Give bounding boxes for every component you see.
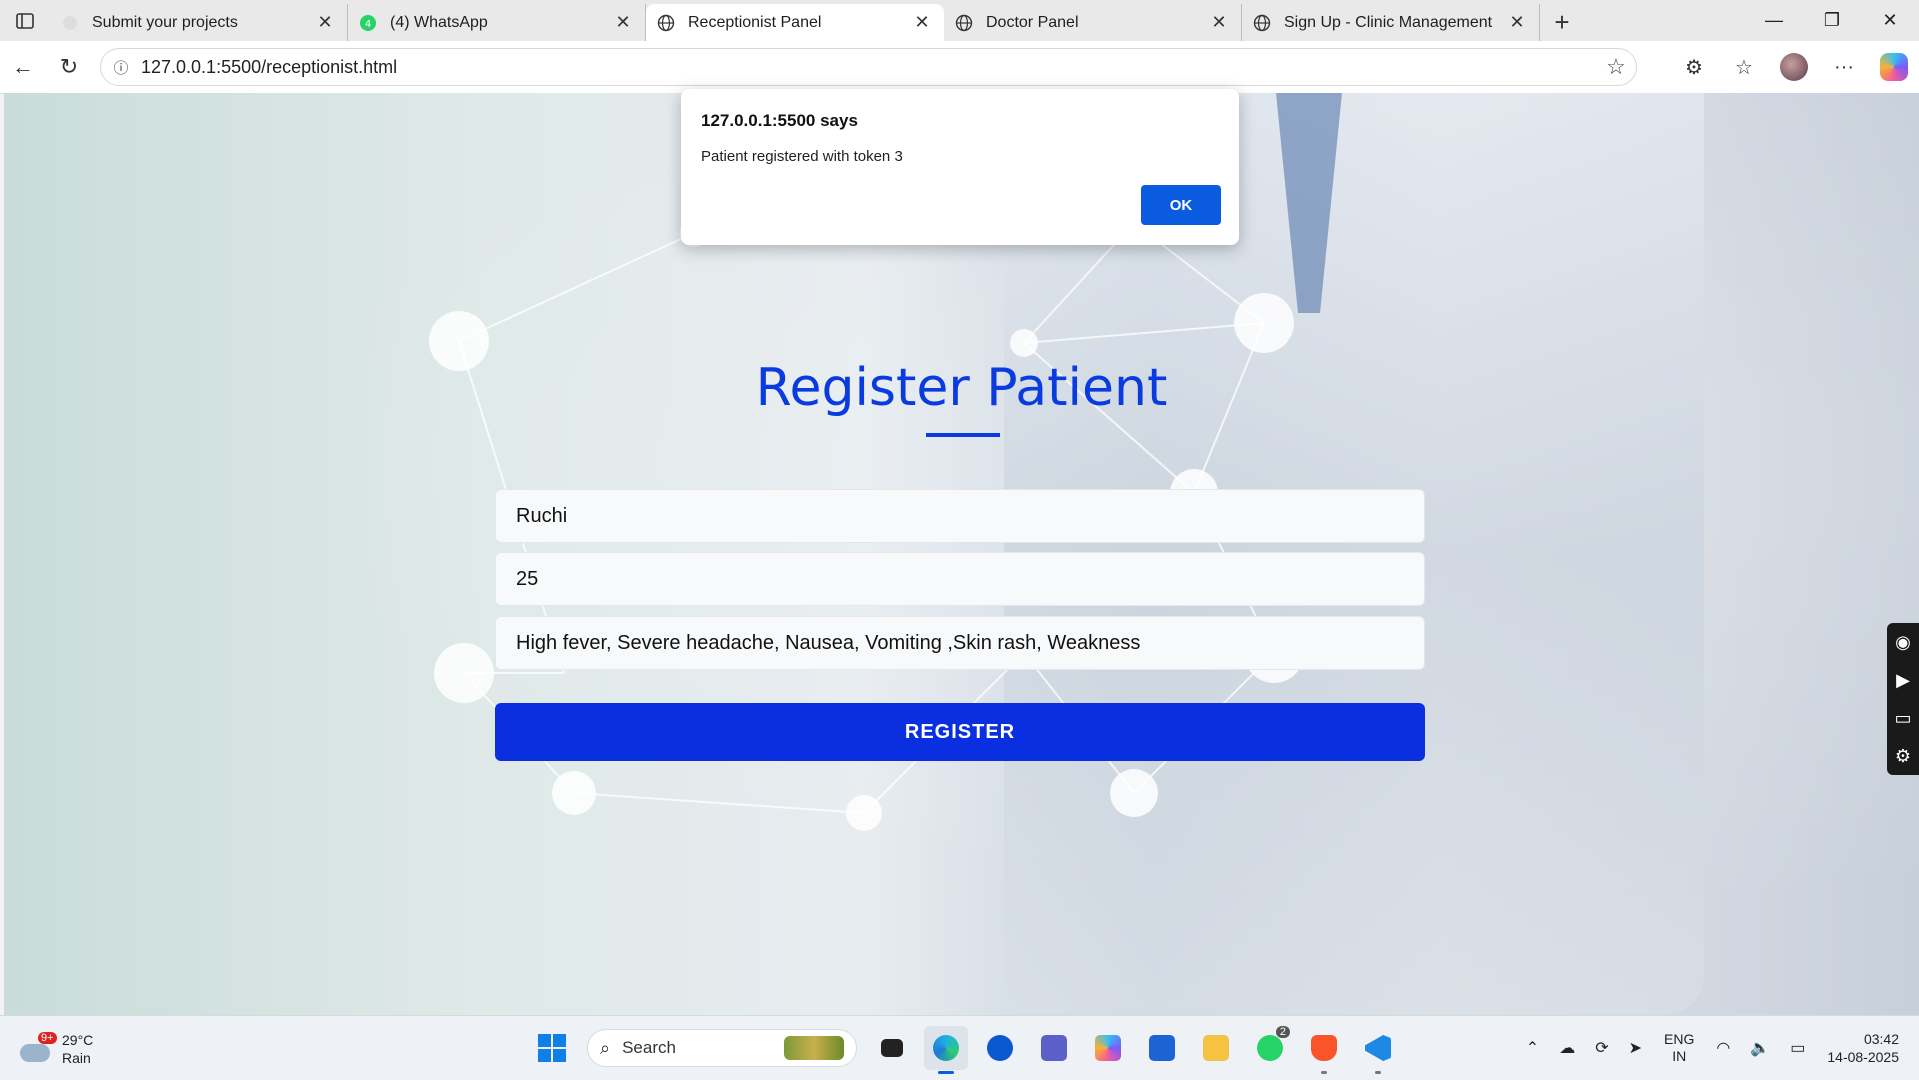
svg-text:4: 4: [365, 19, 371, 30]
tab-title: Doctor Panel: [986, 13, 1079, 31]
alert-message: Patient registered with token 3: [701, 148, 903, 165]
refresh-button[interactable]: ↻: [46, 47, 92, 87]
tab-submit-projects[interactable]: Submit your projects ✕: [50, 4, 348, 41]
file-explorer-icon[interactable]: [1194, 1026, 1238, 1070]
globe-icon: [1252, 13, 1272, 33]
tab-title: Submit your projects: [92, 13, 238, 31]
clock-time: 03:42: [1863, 1031, 1899, 1047]
store-icon[interactable]: [1140, 1026, 1184, 1070]
register-button[interactable]: REGISTER: [495, 703, 1425, 761]
window-controls: — ❐ ✕: [1745, 0, 1919, 41]
globe-icon: [954, 13, 974, 33]
more-menu-icon[interactable]: ···: [1819, 56, 1869, 79]
whatsapp-icon: 4: [358, 13, 378, 33]
restore-button[interactable]: ❐: [1803, 0, 1861, 41]
battery-icon[interactable]: ▭: [1790, 1038, 1805, 1058]
browser-toolbar: ← ↻ ⓘ 127.0.0.1:5500/receptionist.html ☆…: [0, 41, 1919, 94]
clock-date: 14-08-2025: [1827, 1049, 1899, 1065]
patient-name-input[interactable]: Ruchi: [495, 489, 1425, 543]
url-text: 127.0.0.1:5500/receptionist.html: [141, 56, 398, 77]
minimize-button[interactable]: —: [1745, 0, 1803, 41]
close-icon[interactable]: ✕: [1505, 12, 1529, 33]
taskbar-search[interactable]: ⌕ Search: [587, 1029, 857, 1067]
globe-icon: [656, 13, 676, 33]
alert-ok-button[interactable]: OK: [1141, 185, 1221, 225]
system-tray: ⌃ ☁ ⟳ ➤ ENG IN ◠ 🔈 ▭ 03:42 14-08-2025: [1516, 1016, 1919, 1080]
tab-receptionist-panel[interactable]: Receptionist Panel ✕: [646, 4, 944, 41]
tab-sign-up[interactable]: Sign Up - Clinic Management ✕: [1242, 4, 1540, 41]
search-highlight-image: [784, 1036, 844, 1060]
teams-icon[interactable]: [1032, 1026, 1076, 1070]
video-icon[interactable]: ▶: [1896, 670, 1910, 691]
weather-widget[interactable]: 9+ 29°C Rain: [20, 1031, 93, 1067]
hp-icon[interactable]: [978, 1026, 1022, 1070]
toolbar-right: ⚙ ☆ ···: [1669, 41, 1919, 93]
window-icon[interactable]: ▭: [1894, 708, 1911, 729]
title-underline: [926, 433, 1000, 437]
page-title: Register Patient: [755, 358, 1168, 418]
back-button[interactable]: ←: [0, 47, 46, 87]
chevron-up-icon[interactable]: ⌃: [1526, 1038, 1539, 1058]
vscode-icon[interactable]: [1356, 1026, 1400, 1074]
language-indicator[interactable]: ENG IN: [1664, 1031, 1694, 1065]
whatsapp-count-badge: 2: [1275, 1026, 1290, 1038]
close-icon[interactable]: ✕: [1207, 12, 1231, 33]
patient-symptoms-input[interactable]: High fever, Severe headache, Nausea, Vom…: [495, 616, 1425, 670]
weather-rain-icon: 9+: [20, 1032, 57, 1064]
alert-dialog: 127.0.0.1:5500 says Patient registered w…: [681, 89, 1239, 245]
clock[interactable]: 03:42 14-08-2025: [1827, 1030, 1899, 1066]
camera-icon[interactable]: ◉: [1895, 632, 1911, 653]
patient-age-input[interactable]: 25: [495, 552, 1425, 606]
weather-badge: 9+: [38, 1032, 57, 1044]
language-region: IN: [1672, 1048, 1687, 1064]
site-info-icon[interactable]: ⓘ: [101, 57, 141, 78]
weather-condition: Rain: [62, 1050, 91, 1066]
copilot-app-icon[interactable]: [1086, 1026, 1130, 1070]
copilot-icon[interactable]: [1880, 53, 1908, 81]
tab-title: Sign Up - Clinic Management: [1284, 13, 1493, 31]
taskbar-apps: ⌕ Search 2: [525, 1024, 1405, 1074]
edge-browser-icon[interactable]: [924, 1026, 968, 1074]
start-windows-icon[interactable]: [530, 1026, 574, 1070]
settings-gear-icon[interactable]: ⚙: [1895, 746, 1911, 767]
close-icon[interactable]: ✕: [611, 12, 635, 33]
close-icon[interactable]: ✕: [910, 12, 934, 33]
tab-strip: Submit your projects ✕ 4 (4) WhatsApp ✕ …: [0, 0, 1919, 41]
favorites-icon[interactable]: ☆: [1719, 55, 1769, 80]
extensions-icon[interactable]: ⚙: [1669, 55, 1719, 80]
search-icon: ⌕: [600, 1037, 611, 1058]
send-icon[interactable]: ➤: [1629, 1038, 1642, 1058]
windows-taskbar: 9+ 29°C Rain ⌕ Search 2 ⌃ ☁ ⟳ ➤ ENG IN ◠…: [0, 1015, 1919, 1080]
onedrive-icon[interactable]: ☁: [1559, 1038, 1575, 1058]
wifi-icon[interactable]: ◠: [1716, 1038, 1730, 1058]
language-code: ENG: [1664, 1031, 1695, 1047]
tab-title: (4) WhatsApp: [390, 13, 488, 31]
weather-temperature: 29°C: [62, 1032, 94, 1048]
search-placeholder: Search: [622, 1038, 676, 1057]
profile-avatar[interactable]: [1780, 53, 1808, 81]
volume-icon[interactable]: 🔈: [1750, 1038, 1770, 1058]
whatsapp-app-icon[interactable]: 2: [1248, 1026, 1292, 1070]
task-view-icon[interactable]: [870, 1026, 914, 1070]
tab-whatsapp[interactable]: 4 (4) WhatsApp ✕: [348, 4, 646, 41]
new-tab-button[interactable]: +: [1540, 4, 1584, 41]
close-window-button[interactable]: ✕: [1861, 0, 1919, 41]
favorite-star-icon[interactable]: ☆: [1596, 54, 1636, 80]
sync-icon[interactable]: ⟳: [1595, 1038, 1608, 1058]
alert-origin: 127.0.0.1:5500 says: [701, 111, 858, 130]
close-icon[interactable]: ✕: [313, 12, 337, 33]
tab-doctor-panel[interactable]: Doctor Panel ✕: [944, 4, 1242, 41]
page-icon: [60, 13, 80, 33]
brave-icon[interactable]: [1302, 1026, 1346, 1074]
tab-actions-icon[interactable]: [0, 0, 50, 41]
capture-toolbar: ◉ ▶ ▭ ⚙: [1887, 623, 1919, 775]
tab-title: Receptionist Panel: [688, 13, 822, 31]
address-bar[interactable]: ⓘ 127.0.0.1:5500/receptionist.html ☆: [100, 48, 1637, 86]
